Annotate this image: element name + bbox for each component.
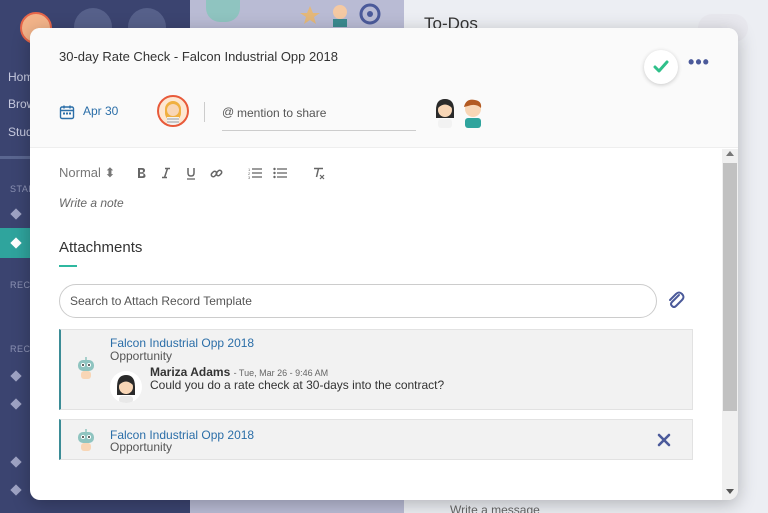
todo-modal: 30-day Rate Check - Falcon Industrial Op… bbox=[30, 28, 738, 500]
robot-icon bbox=[78, 357, 94, 379]
comment-text: Could you do a rate check at 30-days int… bbox=[150, 378, 445, 392]
attachment-search-field bbox=[59, 284, 657, 318]
scroll-thumb[interactable] bbox=[723, 163, 737, 411]
link-icon[interactable] bbox=[208, 165, 224, 181]
bold-icon[interactable] bbox=[133, 165, 149, 181]
record-link[interactable]: Falcon Industrial Opp 2018 bbox=[110, 336, 254, 350]
at-icon: @ bbox=[222, 105, 235, 119]
owner-avatar[interactable] bbox=[157, 95, 189, 127]
diamond-icon bbox=[10, 456, 22, 468]
robot-icon bbox=[206, 0, 240, 22]
modal-content: Normal ⬍ 123 Write a note Attachments Se… bbox=[30, 149, 722, 500]
editor-toolbar: Normal ⬍ 123 bbox=[59, 163, 336, 183]
ordered-list-icon[interactable]: 123 bbox=[247, 165, 263, 181]
svg-text:3: 3 bbox=[248, 175, 251, 179]
header-separator bbox=[204, 102, 205, 122]
attachments-title: Attachments bbox=[59, 239, 143, 256]
member-avatar-female[interactable] bbox=[430, 96, 460, 128]
mention-input[interactable] bbox=[237, 102, 415, 124]
diamond-icon bbox=[10, 484, 22, 496]
mention-field: @ bbox=[222, 99, 416, 131]
underline-icon[interactable] bbox=[183, 165, 199, 181]
diamond-icon bbox=[10, 370, 22, 382]
bullet-list-icon[interactable] bbox=[272, 165, 288, 181]
comment-timestamp: - Tue, Mar 26 - 9:46 AM bbox=[233, 368, 329, 378]
background-message-input: Write a message bbox=[450, 503, 540, 513]
attachment-card[interactable]: Falcon Industrial Opp 2018 Opportunity bbox=[59, 419, 693, 460]
modal-header: 30-day Rate Check - Falcon Industrial Op… bbox=[30, 28, 738, 148]
check-icon bbox=[653, 60, 669, 73]
nav-studio: Stud bbox=[8, 125, 33, 139]
attachment-card[interactable]: Falcon Industrial Opp 2018 Opportunity M… bbox=[59, 329, 693, 410]
comment-author-name: Mariza Adams bbox=[150, 365, 231, 379]
paperclip-icon[interactable] bbox=[666, 291, 686, 311]
commenter-avatar bbox=[110, 371, 142, 403]
note-editor[interactable]: Write a note bbox=[59, 196, 124, 210]
format-select[interactable]: Normal ⬍ bbox=[59, 165, 115, 181]
clear-format-icon[interactable] bbox=[311, 165, 327, 181]
italic-icon[interactable] bbox=[158, 165, 174, 181]
record-type: Opportunity bbox=[110, 349, 173, 363]
member-avatar-male[interactable] bbox=[458, 96, 488, 128]
modal-scrollbar[interactable] bbox=[722, 149, 738, 500]
scroll-up-arrow[interactable] bbox=[726, 151, 734, 156]
robot-icon bbox=[78, 429, 94, 451]
calendar-icon[interactable] bbox=[59, 104, 75, 120]
scroll-down-arrow[interactable] bbox=[726, 489, 734, 494]
modal-title: 30-day Rate Check - Falcon Industrial Op… bbox=[59, 49, 338, 64]
complete-button[interactable] bbox=[644, 50, 678, 84]
due-date[interactable]: Apr 30 bbox=[83, 104, 118, 118]
more-options-button[interactable]: ••• bbox=[688, 53, 710, 76]
record-type: Opportunity bbox=[110, 440, 173, 454]
comment-author: Mariza Adams - Tue, Mar 26 - 9:46 AM bbox=[150, 365, 328, 379]
close-icon[interactable] bbox=[657, 433, 671, 447]
diamond-icon bbox=[10, 398, 22, 410]
diamond-icon bbox=[10, 208, 22, 220]
attachment-search-input[interactable] bbox=[70, 292, 640, 310]
attachments-underline bbox=[59, 265, 77, 267]
